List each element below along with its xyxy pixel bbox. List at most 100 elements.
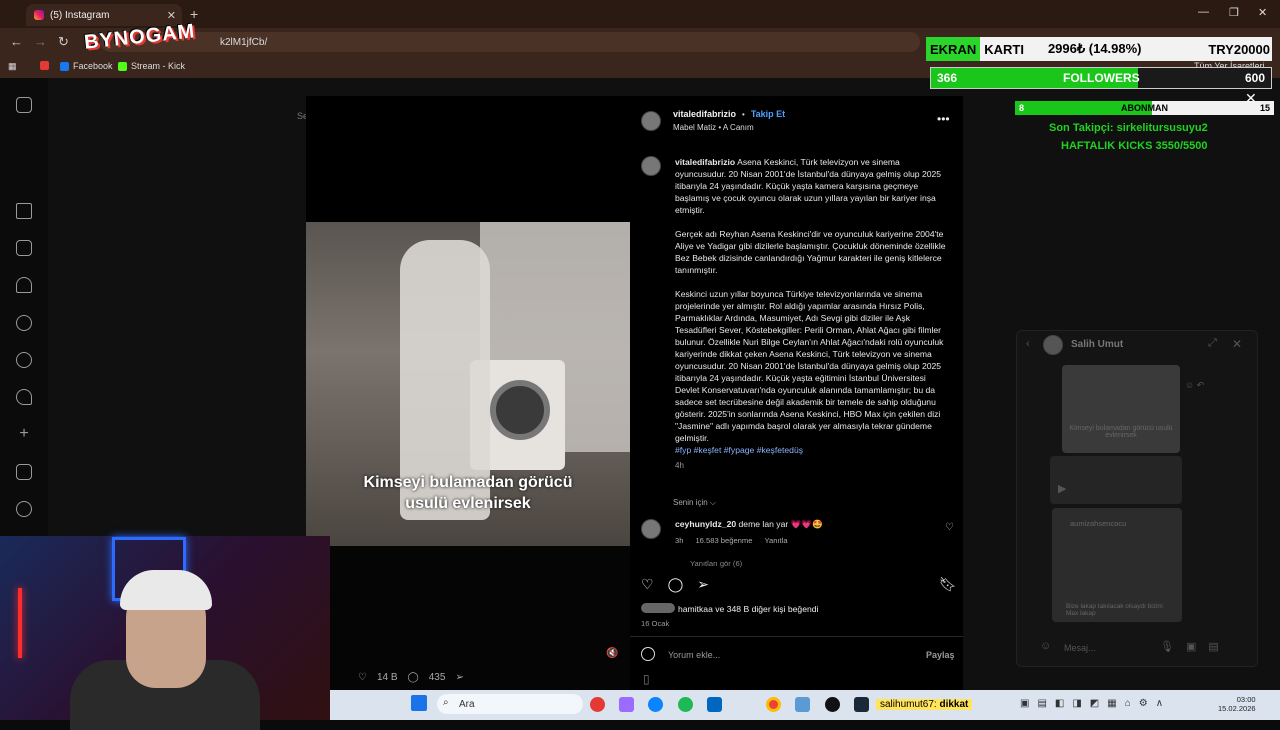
- dm-close-icon[interactable]: ✕: [1232, 337, 1242, 351]
- close-tab-icon[interactable]: ✕: [167, 9, 176, 22]
- caption-username[interactable]: vitaledifabrizio: [675, 157, 735, 167]
- avatar[interactable]: [1043, 335, 1063, 355]
- abonman-goal: 15: [1259, 103, 1270, 113]
- mute-icon[interactable]: 🔇: [606, 648, 618, 659]
- spotify-icon[interactable]: [678, 697, 693, 712]
- reload-icon[interactable]: ↻: [58, 34, 69, 50]
- divider: [630, 636, 963, 637]
- caption-line-2: usulü evlenirsek: [405, 495, 531, 512]
- obs-icon[interactable]: [825, 697, 840, 712]
- dm-second-caption: Bize lakap takılacak olsaydı bizim Max l…: [1066, 603, 1163, 617]
- save-icon[interactable]: 🔖︎: [939, 576, 957, 593]
- clock-date: 15.02.2026: [1218, 704, 1256, 713]
- video-caption: Kimseyi bulamadan görücü usulü evlenirse…: [306, 472, 630, 514]
- reply-button[interactable]: Yanıtla: [764, 536, 787, 545]
- follow-button[interactable]: Takip Et: [751, 109, 785, 119]
- dm-message-input[interactable]: Mesaj...: [1064, 643, 1096, 653]
- emoji-icon[interactable]: [641, 647, 655, 661]
- karti-label: KARTI: [984, 41, 1024, 57]
- donation-amount: 2996₺ (14.98%): [1047, 41, 1142, 56]
- facebook-bookmark[interactable]: Facebook: [60, 61, 113, 71]
- notifications-icon[interactable]: [16, 389, 32, 405]
- taskbar-search[interactable]: Ara: [437, 694, 583, 714]
- kick-bookmark[interactable]: Stream - Kick: [118, 61, 185, 71]
- caption-paragraph-1: vitaledifabrizio Asena Keskinci, Türk te…: [675, 156, 947, 216]
- dashboard-icon[interactable]: [16, 464, 32, 480]
- expand-icon[interactable]: ⤢: [1208, 337, 1217, 350]
- post-time: 4h: [675, 461, 684, 470]
- post-button[interactable]: Paylaş: [926, 650, 955, 660]
- create-icon[interactable]: +: [16, 426, 32, 443]
- abonman-bar: 8 ABONMAN 15: [1015, 101, 1274, 115]
- abonman-label: ABONMAN: [1121, 103, 1168, 113]
- webcam-streamer-cap: [120, 570, 212, 610]
- clock-time: 03:00: [1236, 695, 1256, 704]
- url-field[interactable]: k2lM1jfCb/: [100, 32, 920, 52]
- store-icon[interactable]: [707, 697, 722, 712]
- post-header: vitaledifabrizio • Takip Et: [673, 109, 785, 119]
- liked-by[interactable]: hamitkaa ve 348 B diğer kişi beğendi: [678, 604, 818, 614]
- tray-icons[interactable]: ▣▤◧◨◩▦⌂⚙∧: [1020, 698, 1171, 709]
- reels-icon[interactable]: [16, 240, 32, 256]
- dm-react-icon[interactable]: ☺ ↶: [1185, 380, 1204, 391]
- sort-dropdown[interactable]: Senin için ⌵: [673, 498, 716, 508]
- send-icon[interactable]: ➢: [455, 672, 463, 683]
- comment-like-icon[interactable]: ♡: [945, 522, 954, 533]
- back-icon[interactable]: ←: [10, 34, 23, 49]
- facebook-icon: [60, 61, 69, 71]
- home-icon[interactable]: [16, 203, 32, 219]
- kick-chat-text: dikkat: [939, 699, 969, 710]
- instagram-logo-icon[interactable]: [16, 97, 32, 113]
- avatar[interactable]: [641, 519, 661, 539]
- post-username[interactable]: vitaledifabrizio: [673, 109, 736, 119]
- hashtags[interactable]: #fyp #keşfet #fypage #keşfetedüş: [675, 444, 947, 456]
- youtube-bookmark[interactable]: [40, 61, 49, 70]
- maximize-icon[interactable]: ❐: [1229, 6, 1239, 19]
- like-icon[interactable]: ♡: [641, 576, 654, 593]
- avatar[interactable]: [641, 111, 661, 131]
- comment-icon[interactable]: ◯: [668, 576, 684, 593]
- copilot-icon[interactable]: [619, 697, 634, 712]
- followers-label: FOLLOWERS: [1063, 71, 1140, 85]
- dm-input-icons[interactable]: 🎙︎▣▤: [1160, 640, 1231, 653]
- dm-name[interactable]: Salih Umut: [1071, 339, 1123, 350]
- minimize-icon[interactable]: —: [1198, 6, 1209, 18]
- taskbar-clock[interactable]: 03:00 15.02.2026: [1218, 695, 1256, 713]
- bookmark-icon[interactable]: ▯: [643, 672, 650, 686]
- explore-icon[interactable]: [16, 352, 32, 368]
- view-replies[interactable]: Yanıtları gör (6): [690, 559, 742, 568]
- dm-shared-reel[interactable]: [1062, 365, 1180, 453]
- comment-input[interactable]: Yorum ekle...: [668, 650, 720, 660]
- apps-icon[interactable]: ▦: [8, 61, 17, 72]
- donation-goal: TRY20000: [1208, 41, 1270, 57]
- weekly-kicks: HAFTALIK KICKS 3550/5500: [1061, 140, 1208, 152]
- comments-count: 435: [428, 672, 446, 683]
- forward-icon[interactable]: →: [34, 34, 47, 49]
- close-window-icon[interactable]: ✕: [1258, 6, 1267, 19]
- dm-reel-caption: Kimseyi bulamadan görücü usulü evlenirse…: [1069, 425, 1173, 439]
- messages-icon[interactable]: [16, 277, 32, 293]
- comment: ceyhunyldz_20 deme lan yar 💗💗🤩: [675, 519, 823, 530]
- heart-icon[interactable]: ♡: [358, 672, 367, 683]
- profile-icon[interactable]: [16, 501, 32, 517]
- more-options-icon[interactable]: •••: [937, 112, 950, 126]
- windows-start-icon[interactable]: [411, 695, 427, 711]
- close-overlay-icon[interactable]: ✕: [1245, 90, 1257, 107]
- search-icon[interactable]: [16, 315, 32, 331]
- share-icon[interactable]: ➢: [697, 576, 709, 593]
- chrome-icon[interactable]: [766, 697, 781, 712]
- tab-instagram[interactable]: (5) Instagram ✕: [26, 4, 182, 26]
- comment-username[interactable]: ceyhunyldz_20: [675, 519, 736, 529]
- media-player-icon[interactable]: [590, 697, 605, 712]
- comment-icon[interactable]: ◯: [408, 672, 419, 683]
- edge-icon[interactable]: [648, 697, 663, 712]
- audio-line[interactable]: Mabel Matiz • A Canım: [673, 123, 754, 132]
- steam-icon[interactable]: [854, 697, 869, 712]
- avatar[interactable]: [641, 156, 661, 176]
- last-follower: Son Takipçi: sirkelitursusuyu2: [1049, 122, 1208, 134]
- app-icon[interactable]: [795, 697, 810, 712]
- dm-media-placeholder: [1050, 456, 1182, 504]
- video-washer-drum: [490, 380, 550, 440]
- dm-back-icon[interactable]: ‹: [1026, 338, 1030, 350]
- dm-emoji-icon[interactable]: ☺: [1040, 640, 1051, 652]
